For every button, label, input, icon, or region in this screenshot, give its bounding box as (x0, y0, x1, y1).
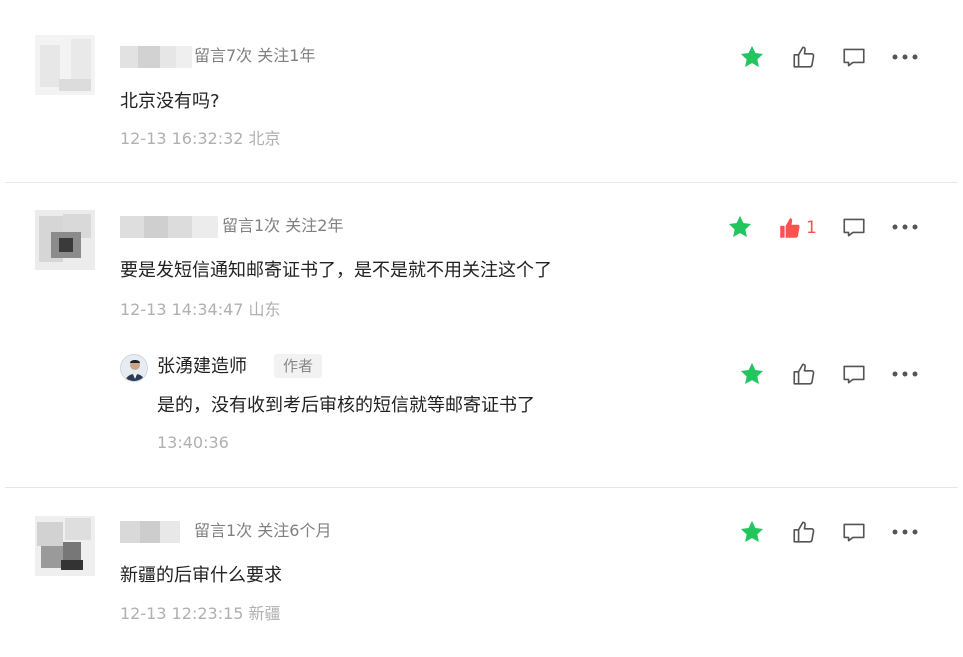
star-icon (728, 215, 752, 238)
comment-time: 12-13 16:32:32 北京 (120, 129, 281, 148)
star-button[interactable] (725, 212, 755, 242)
comment-icon (843, 365, 865, 384)
comment-text: 北京没有吗? (120, 91, 220, 112)
star-icon (740, 520, 764, 543)
author-photo (121, 355, 147, 381)
user-meta: 留言7次 关注1年 (194, 46, 316, 65)
more-icon (892, 224, 918, 230)
comment-time: 12-13 12:23:15 新疆 (120, 604, 281, 623)
reply-like-button[interactable] (789, 359, 819, 389)
thumbs-up-icon (793, 521, 815, 543)
username-blurred[interactable] (120, 216, 218, 238)
star-button[interactable] (737, 42, 767, 72)
reply-comment-button[interactable] (839, 359, 869, 389)
comment-icon (843, 48, 865, 67)
thumbs-up-filled-icon (780, 218, 800, 238)
author-badge: 作者 (274, 354, 323, 378)
thumbs-up-icon (793, 363, 815, 385)
star-icon (740, 362, 764, 385)
comment-icon (843, 523, 865, 542)
avatar[interactable] (35, 210, 95, 270)
reply-time: 13:40:36 (157, 433, 229, 452)
user-meta: 留言1次 关注2年 (222, 216, 344, 235)
username-blurred[interactable] (120, 521, 180, 543)
author-avatar[interactable] (120, 354, 148, 382)
comment-time: 12-13 14:34:47 山东 (120, 300, 281, 319)
reply-star-button[interactable] (737, 359, 767, 389)
more-button[interactable] (889, 517, 921, 547)
more-icon (892, 54, 918, 60)
avatar[interactable] (35, 35, 95, 95)
author-name[interactable]: 张湧建造师 (157, 354, 247, 380)
more-button[interactable] (889, 42, 921, 72)
like-count: 1 (806, 218, 817, 238)
username-blurred[interactable] (120, 46, 192, 68)
comment-icon (843, 218, 865, 237)
comment-text: 要是发短信通知邮寄证书了，是不是就不用关注这个了 (120, 260, 552, 281)
more-button[interactable] (889, 212, 921, 242)
comment-item: 留言7次 关注1年 北京没有吗? 12-13 16:32:32 北京 (0, 0, 963, 183)
star-button[interactable] (737, 517, 767, 547)
author-reply: 张湧建造师 作者 是的，没有收到考后审核的短信就等邮寄证书了 13:40:36 (120, 351, 950, 461)
avatar[interactable] (35, 516, 95, 576)
reply-button[interactable] (839, 42, 869, 72)
more-icon (892, 529, 918, 535)
star-icon (740, 45, 764, 68)
thumbs-up-icon (793, 46, 815, 68)
comment-item: 留言1次 关注2年 要是发短信通知邮寄证书了，是不是就不用关注这个了 12-13… (0, 183, 963, 487)
reply-button[interactable] (839, 212, 869, 242)
reply-text: 是的，没有收到考后审核的短信就等邮寄证书了 (157, 395, 535, 416)
like-button[interactable] (789, 42, 819, 72)
comment-text: 新疆的后审什么要求 (120, 565, 282, 586)
more-icon (892, 371, 918, 377)
user-meta: 留言1次 关注6个月 (194, 521, 332, 540)
comment-item: 留言1次 关注6个月 新疆的后审什么要求 12-13 12:23:15 新疆 (0, 488, 963, 657)
like-button[interactable] (789, 517, 819, 547)
reply-more-button[interactable] (889, 359, 921, 389)
reply-button[interactable] (839, 517, 869, 547)
like-button-active[interactable]: 1 (777, 213, 817, 243)
